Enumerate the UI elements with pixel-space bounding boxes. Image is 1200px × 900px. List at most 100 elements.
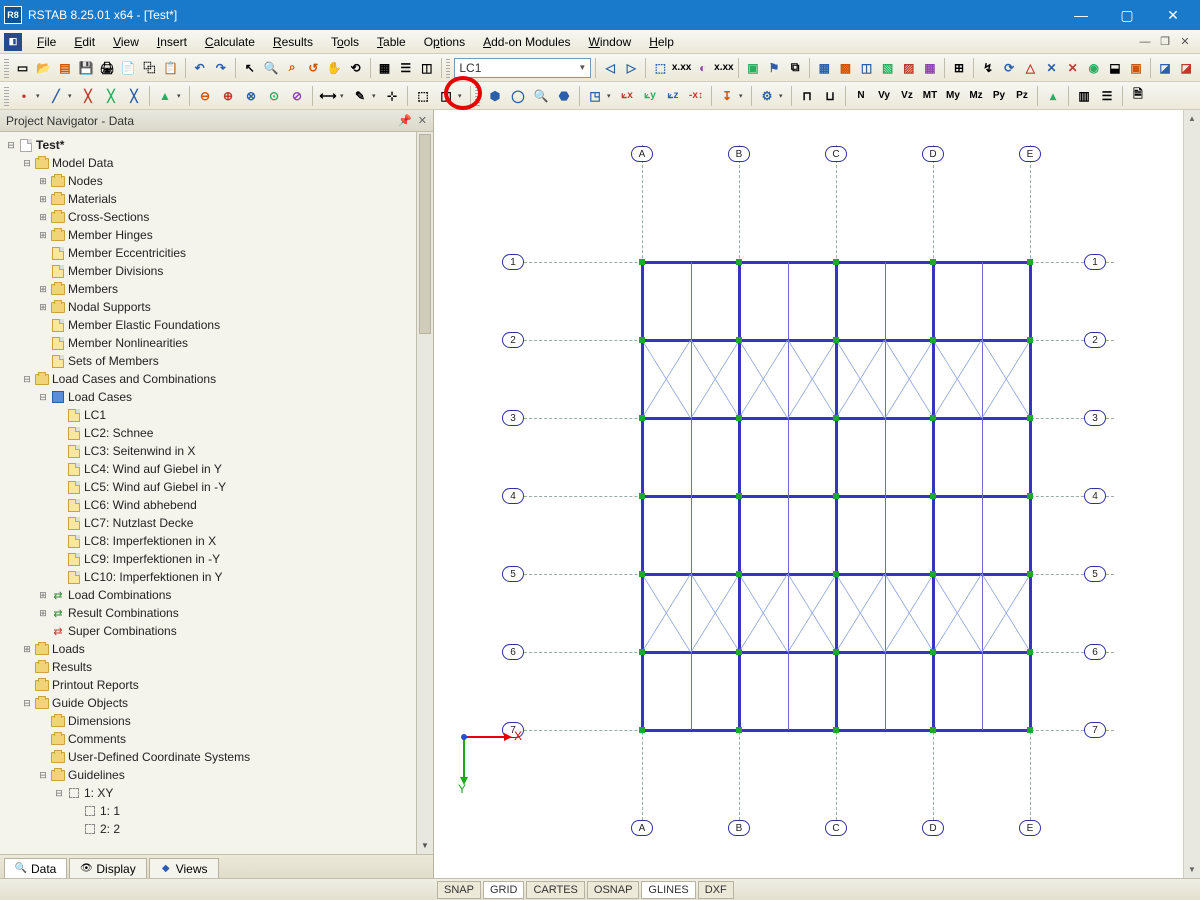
- minimize-button[interactable]: —: [1058, 0, 1104, 30]
- report-button[interactable]: 🗎: [1127, 85, 1149, 107]
- tree-item[interactable]: 2: 2: [100, 822, 120, 836]
- misc-9-button[interactable]: ▣: [1126, 57, 1146, 79]
- tree-item[interactable]: User-Defined Coordinate Systems: [68, 750, 250, 764]
- member-button[interactable]: ╱: [45, 85, 67, 107]
- results-xy-button[interactable]: x.xx: [714, 57, 734, 79]
- results-contour-button[interactable]: ◐: [693, 57, 713, 79]
- support-button[interactable]: ▲: [154, 85, 176, 107]
- zoom-all-button[interactable]: ⌕: [282, 57, 302, 79]
- toolbar-grip[interactable]: [4, 58, 9, 78]
- hinge-a-button[interactable]: ⊖: [194, 85, 216, 107]
- tree-item[interactable]: Comments: [68, 732, 126, 746]
- results-deform-button[interactable]: ⬚: [650, 57, 670, 79]
- tree-lc[interactable]: LC7: Nutzlast Decke: [84, 516, 193, 530]
- tree-lc[interactable]: LC6: Wind abhebend: [84, 498, 197, 512]
- menu-options[interactable]: Options: [415, 33, 474, 51]
- show-loads-button[interactable]: ↧: [716, 85, 738, 107]
- navigator-scrollbar[interactable]: ▲▼: [416, 132, 433, 854]
- if-vz-button[interactable]: Vz: [896, 85, 918, 107]
- copy-button[interactable]: ⿻: [139, 57, 159, 79]
- tree-item[interactable]: Member Eccentricities: [68, 246, 186, 260]
- misc-3-button[interactable]: ⟳: [999, 57, 1019, 79]
- tree-result-combos[interactable]: Result Combinations: [68, 606, 179, 620]
- status-cartes[interactable]: CARTES: [526, 881, 584, 899]
- tree-item[interactable]: Materials: [68, 192, 117, 206]
- misc-4-button[interactable]: △: [1020, 57, 1040, 79]
- menu-calculate[interactable]: Calculate: [196, 33, 264, 51]
- tree-guidelines[interactable]: Guidelines: [68, 768, 125, 782]
- tree-root[interactable]: Test*: [36, 138, 64, 152]
- maximize-button[interactable]: ▢: [1104, 0, 1150, 30]
- line-a-button[interactable]: ╳: [77, 85, 99, 107]
- render-solid-button[interactable]: ▩: [835, 57, 855, 79]
- status-grid[interactable]: GRID: [483, 881, 525, 899]
- mdi-minimize[interactable]: —: [1138, 35, 1152, 49]
- status-dxf[interactable]: DXF: [698, 881, 734, 899]
- misc-1-button[interactable]: ⊞: [949, 57, 969, 79]
- res-b-button[interactable]: ⊔: [819, 85, 841, 107]
- new-button[interactable]: ▭: [13, 57, 33, 79]
- tree-printout[interactable]: Printout Reports: [52, 678, 139, 692]
- menu-window[interactable]: Window: [580, 33, 641, 51]
- tree-item[interactable]: Member Divisions: [68, 264, 163, 278]
- tree-lc[interactable]: LC9: Imperfektionen in -Y: [84, 552, 220, 566]
- nav-tab-data[interactable]: 🔍Data: [4, 858, 67, 878]
- if-py-button[interactable]: Py: [988, 85, 1010, 107]
- select-button[interactable]: ↖: [240, 57, 260, 79]
- tree-item[interactable]: Cross-Sections: [68, 210, 149, 224]
- hinge-b-button[interactable]: ⊕: [217, 85, 239, 107]
- tree-item[interactable]: Sets of Members: [68, 354, 159, 368]
- next-lc-button[interactable]: ▷: [621, 57, 641, 79]
- menu-help[interactable]: Help: [640, 33, 683, 51]
- misc-6-button[interactable]: ✕: [1063, 57, 1083, 79]
- misc-2-button[interactable]: ↯: [978, 57, 998, 79]
- tree-item[interactable]: Nodes: [68, 174, 103, 188]
- hinge-d-button[interactable]: ⊙: [263, 85, 285, 107]
- table-button[interactable]: ▦: [375, 57, 395, 79]
- menu-tools[interactable]: Tools: [322, 33, 368, 51]
- tree-item[interactable]: Member Elastic Foundations: [68, 318, 220, 332]
- select-window-button[interactable]: ⬚: [412, 85, 434, 107]
- paste-button[interactable]: 📋: [161, 57, 181, 79]
- if-vy-button[interactable]: Vy: [873, 85, 895, 107]
- status-snap[interactable]: SNAP: [437, 881, 481, 899]
- dim-button[interactable]: ⟷: [317, 85, 339, 107]
- tree-item[interactable]: 1: XY: [84, 786, 113, 800]
- tree-lc[interactable]: LC4: Wind auf Giebel in Y: [84, 462, 222, 476]
- plane-xy-button[interactable]: ◳: [584, 85, 606, 107]
- calc-button[interactable]: ⚙: [756, 85, 778, 107]
- tree-loadcases[interactable]: Load Cases: [68, 390, 132, 404]
- tree-lc[interactable]: LC1: [84, 408, 106, 422]
- hinge-c-button[interactable]: ⊗: [240, 85, 262, 107]
- view-z-button[interactable]: ⬣: [553, 85, 575, 107]
- misc-10-button[interactable]: ◪: [1155, 57, 1175, 79]
- menu-file[interactable]: File: [28, 33, 65, 51]
- hinge-e-button[interactable]: ⊘: [286, 85, 308, 107]
- if-pz-button[interactable]: Pz: [1011, 85, 1033, 107]
- tree-lc[interactable]: LC2: Schnee: [84, 426, 153, 440]
- select-crossing-button[interactable]: ◫: [435, 85, 457, 107]
- nav-tab-views[interactable]: ◆Views: [149, 858, 219, 878]
- model-viewport[interactable]: AABBCCDDEE11223344556677 X Y ▲▼: [434, 110, 1200, 878]
- open-button[interactable]: 📂: [34, 57, 54, 79]
- toolbar-grip[interactable]: [446, 58, 451, 78]
- misc-5-button[interactable]: ✕: [1041, 57, 1061, 79]
- tool-a-button[interactable]: ▣: [743, 57, 763, 79]
- tree-lc[interactable]: LC10: Imperfektionen in Y: [84, 570, 223, 584]
- menu-view[interactable]: View: [104, 33, 148, 51]
- line-b-button[interactable]: ╳: [100, 85, 122, 107]
- zoom-window-button[interactable]: 🔍: [261, 57, 281, 79]
- tree-item[interactable]: 1: 1: [100, 804, 120, 818]
- loadcase-combo[interactable]: LC1▼: [454, 58, 591, 78]
- viewport-scrollbar[interactable]: ▲▼: [1183, 110, 1200, 878]
- tree-item[interactable]: Dimensions: [68, 714, 131, 728]
- zoom-prev-button[interactable]: ↺: [303, 57, 323, 79]
- text-button[interactable]: ✎: [349, 85, 371, 107]
- misc-7-button[interactable]: ◉: [1084, 57, 1104, 79]
- if-mt-button[interactable]: MT: [919, 85, 941, 107]
- render-e-button[interactable]: ▦: [920, 57, 940, 79]
- menu-results[interactable]: Results: [264, 33, 322, 51]
- results-xxx-button[interactable]: x.xx: [672, 57, 692, 79]
- print-report-button[interactable]: 📄: [118, 57, 138, 79]
- prev-lc-button[interactable]: ◁: [600, 57, 620, 79]
